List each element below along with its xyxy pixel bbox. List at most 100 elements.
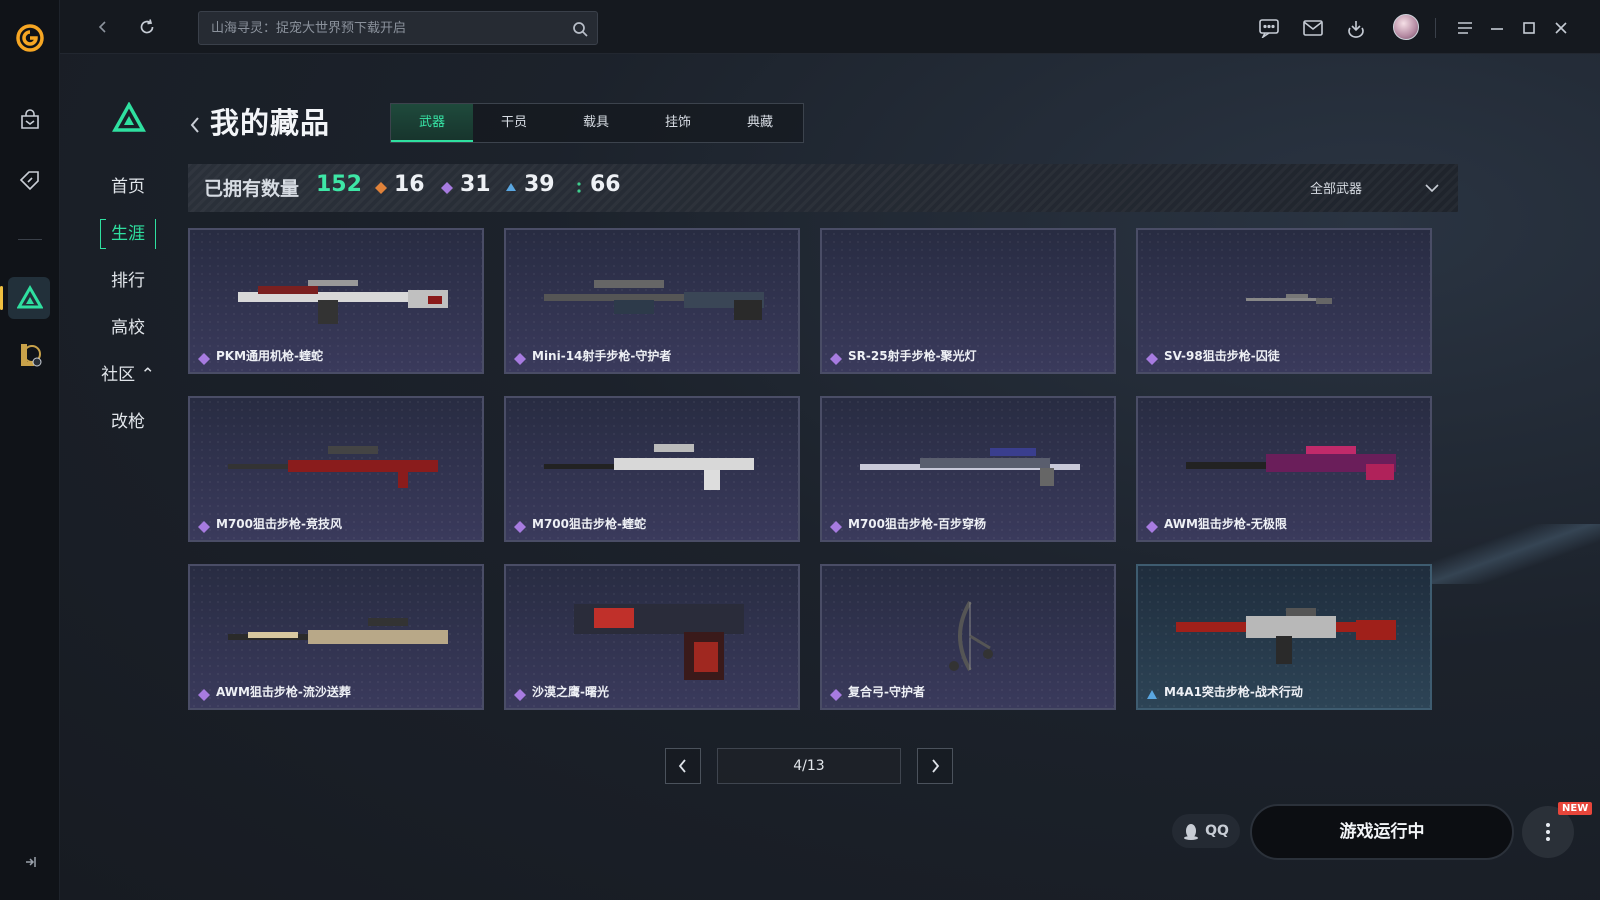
rail-divider	[18, 239, 42, 240]
league-game-icon[interactable]	[16, 340, 44, 368]
weapon-card[interactable]: M700狙击步枪-蝰蛇	[504, 396, 800, 542]
menu-icon[interactable]	[1452, 15, 1478, 41]
weapon-name: Mini-14射手步枪-守护者	[532, 349, 672, 363]
weapon-name: SR-25射手步枪-聚光灯	[848, 349, 977, 363]
weapon-name: AWM狙击步枪-无极限	[1164, 517, 1287, 531]
weapon-card[interactable]: Mini-14射手步枪-守护者	[504, 228, 800, 374]
nav-item-community[interactable]: 社区 ⌃	[100, 360, 156, 390]
page-indicator: 4/13	[717, 748, 901, 784]
nav-item-career[interactable]: 生涯	[100, 219, 156, 249]
titlebar-divider	[1435, 18, 1436, 38]
qq-label: QQ	[1205, 823, 1229, 839]
weapon-card[interactable]: M700狙击步枪-竞技风	[188, 396, 484, 542]
back-arrow-icon[interactable]	[90, 14, 116, 40]
awm-sniper-icon	[1186, 446, 1396, 480]
desert-eagle-pistol-icon	[574, 604, 744, 680]
mini14-rifle-icon	[544, 280, 764, 320]
tab-weapons[interactable]: 武器	[391, 104, 473, 142]
game-running-button[interactable]: 游戏运行中	[1250, 804, 1514, 860]
chevron-left-icon	[678, 759, 686, 773]
nav-item-ranking[interactable]: 排行	[100, 266, 156, 296]
weapon-card[interactable]: SR-25射手步枪-聚光灯	[820, 228, 1116, 374]
tab-collection[interactable]: 典藏	[719, 104, 801, 142]
nav-item-campus[interactable]: 高校	[100, 313, 156, 343]
chat-icon[interactable]	[1256, 15, 1282, 41]
orange-gem-icon	[374, 180, 388, 194]
weapon-name: AWM狙击步枪-流沙送葬	[216, 685, 351, 699]
nav-item-home[interactable]: 首页	[100, 172, 156, 202]
prev-page-button[interactable]	[665, 748, 701, 784]
minimize-icon[interactable]	[1484, 15, 1510, 41]
purple-gem-icon	[514, 350, 526, 365]
purple-gem-icon	[198, 350, 210, 365]
new-badge: NEW	[1558, 802, 1593, 815]
tab-vehicles[interactable]: 载具	[555, 104, 637, 142]
weapon-name: SV-98狙击步枪-囚徒	[1164, 349, 1280, 363]
green-gem-icon	[572, 180, 586, 194]
tab-charms[interactable]: 挂饰	[637, 104, 719, 142]
rail-active-bar	[0, 286, 3, 310]
weapon-name: 沙漠之鹰-曙光	[532, 685, 609, 699]
weapon-card[interactable]: AWM狙击步枪-流沙送葬	[188, 564, 484, 710]
purple-gem-icon	[514, 518, 526, 533]
purple-gem-icon	[198, 518, 210, 533]
weapon-card[interactable]: 沙漠之鹰-曙光	[504, 564, 800, 710]
next-page-button[interactable]	[917, 748, 953, 784]
weapon-card[interactable]: SV-98狙击步枪-囚徒	[1136, 228, 1432, 374]
mail-icon[interactable]	[1300, 15, 1326, 41]
main-content: 首页 生涯 排行 高校 社区 ⌃ 改枪 我的藏品 武器 干员 载具 挂饰 典藏 …	[60, 54, 1600, 900]
m700-sniper-icon	[860, 448, 1080, 486]
delta-force-game-icon[interactable]	[16, 284, 44, 312]
search-icon[interactable]	[571, 20, 589, 38]
nav-item-gunsmith[interactable]: 改枪	[100, 407, 156, 437]
download-icon[interactable]	[1343, 15, 1369, 41]
weapon-name: 复合弓-守护者	[848, 685, 925, 699]
sv98-sniper-icon	[1246, 294, 1332, 304]
app-logo-icon[interactable]	[14, 22, 46, 54]
chevron-right-icon	[932, 759, 940, 773]
purple-gem-icon	[1146, 518, 1158, 533]
page-title: 我的藏品	[210, 106, 331, 140]
rarity-count-purple: 31	[460, 172, 491, 197]
weapon-filter-select[interactable]: 全部武器	[1310, 178, 1362, 197]
weapon-name: PKM通用机枪-蝰蛇	[216, 349, 324, 363]
weapon-name: M4A1突击步枪-战术行动	[1164, 685, 1303, 699]
rarity-count-green: 66	[590, 172, 621, 197]
shopping-bag-icon[interactable]	[16, 106, 44, 134]
m4a1-rifle-icon	[1176, 608, 1396, 664]
m700-sniper-icon	[228, 446, 438, 488]
collection-tabs: 武器 干员 载具 挂饰 典藏	[390, 103, 804, 143]
rarity-count-orange: 16	[394, 172, 425, 197]
qq-button[interactable]: QQ	[1172, 814, 1240, 848]
weapon-card[interactable]: M700狙击步枪-百步穿杨	[820, 396, 1116, 542]
weapon-card[interactable]: AWM狙击步枪-无极限	[1136, 396, 1432, 542]
ownership-summary: 已拥有数量 152 16 31 39 66 全部武器	[188, 164, 1458, 212]
close-icon[interactable]	[1548, 15, 1574, 41]
app-rail	[0, 0, 60, 900]
collapse-sidebar-icon[interactable]	[20, 852, 40, 872]
purple-gem-icon	[1146, 350, 1158, 365]
weapon-card[interactable]: M4A1突击步枪-战术行动	[1136, 564, 1432, 710]
awm-sniper-icon	[228, 618, 448, 644]
maximize-icon[interactable]	[1516, 15, 1542, 41]
rarity-count-blue: 39	[524, 172, 555, 197]
qq-penguin-icon	[1184, 824, 1199, 840]
weapon-card[interactable]: 复合弓-守护者	[820, 564, 1116, 710]
purple-gem-icon	[514, 686, 526, 701]
user-avatar[interactable]	[1393, 14, 1419, 40]
tag-icon[interactable]	[16, 166, 44, 194]
back-chevron-icon[interactable]	[188, 114, 202, 136]
tab-operators[interactable]: 干员	[473, 104, 555, 142]
delta-force-logo-icon[interactable]	[112, 101, 146, 134]
purple-gem-icon	[830, 350, 842, 365]
vertical-dots-icon	[1546, 823, 1550, 841]
weapon-card[interactable]: PKM通用机枪-蝰蛇	[188, 228, 484, 374]
compound-bow-icon	[949, 600, 993, 672]
owned-total: 152	[316, 172, 362, 197]
weapon-name: M700狙击步枪-竞技风	[216, 517, 342, 531]
purple-gem-icon	[830, 518, 842, 533]
refresh-icon[interactable]	[134, 14, 160, 40]
chevron-down-icon[interactable]	[1424, 180, 1440, 196]
search-input[interactable]	[199, 12, 559, 44]
weapon-name: M700狙击步枪-蝰蛇	[532, 517, 646, 531]
